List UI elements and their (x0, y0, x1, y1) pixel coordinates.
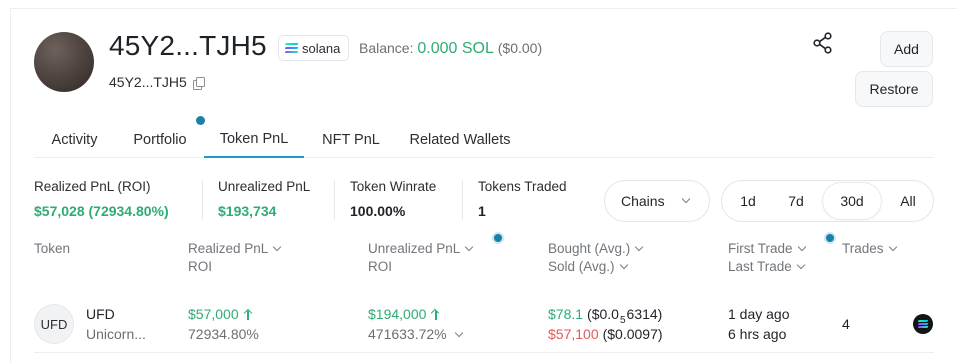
stat-traded-label: Tokens Traded (478, 179, 567, 194)
short-address-text: 45Y2...TJH5 (109, 74, 187, 90)
col-unrealized-roi: ROI (368, 259, 393, 274)
col-realized: Realized PnL (188, 241, 269, 256)
arrow-up-icon (431, 309, 440, 320)
col-bought: Bought (Avg.) (548, 241, 631, 256)
chevron-down-icon (619, 260, 628, 270)
indicator-dot (492, 232, 504, 244)
token-symbol[interactable]: UFD (86, 306, 115, 322)
unrealized-pnl-cell: $194,000 (368, 306, 440, 322)
chains-dropdown[interactable]: Chains (604, 180, 710, 222)
divider (462, 180, 463, 220)
chevron-down-icon (888, 242, 897, 252)
row-divider (34, 352, 934, 353)
stat-realized: Realized PnL (ROI) $57,028 (72934.80%) (34, 179, 169, 219)
chevron-down-icon (635, 242, 644, 252)
balance-value: 0.000 SOL (417, 40, 494, 57)
chevron-down-icon (273, 242, 282, 252)
stat-winrate-value: 100.00% (350, 203, 406, 219)
stat-unrealized-label: Unrealized PnL (218, 179, 311, 194)
realized-pnl: $57,000 (188, 306, 239, 322)
restore-button[interactable]: Restore (855, 71, 933, 107)
solana-icon (284, 42, 299, 54)
trades-count: 4 (842, 316, 850, 332)
tab-portfolio[interactable]: Portfolio (124, 121, 196, 158)
col-trades: Trades (842, 241, 884, 256)
chain-name: solana (302, 40, 341, 56)
chevron-down-icon (681, 194, 691, 204)
col-bought-sort[interactable]: Bought (Avg.) (548, 241, 644, 256)
period-1d[interactable]: 1d (728, 183, 768, 219)
unrealized-pnl: $194,000 (368, 306, 427, 322)
tab-related-wallets[interactable]: Related Wallets (400, 121, 520, 158)
realized-pnl-cell: $57,000 (188, 306, 253, 322)
col-token: Token (34, 241, 71, 256)
chain-badge: solana (278, 35, 350, 61)
wallet-avatar (34, 32, 94, 92)
first-trade: 1 day ago (728, 306, 790, 322)
tab-nft-pnl[interactable]: NFT PnL (312, 121, 390, 158)
stat-traded-value: 1 (478, 203, 486, 219)
arrow-up-icon (244, 309, 253, 320)
divider (202, 180, 203, 220)
period-30d[interactable]: 30d (823, 183, 881, 219)
solana-chain-icon (913, 314, 933, 334)
bought-avg: ($0.056314) (587, 306, 663, 326)
col-unrealized: Unrealized PnL (368, 241, 461, 256)
tab-activity[interactable]: Activity (34, 121, 115, 158)
chains-label: Chains (621, 193, 665, 209)
add-button[interactable]: Add (880, 31, 933, 67)
share-icon[interactable] (812, 32, 834, 54)
sold-avg: ($0.0097) (602, 326, 663, 342)
stat-winrate-label: Token Winrate (350, 179, 437, 194)
bought-cell: $78.1 ($0.056314) (548, 306, 663, 326)
solana-icon (917, 320, 929, 328)
stat-traded: Tokens Traded 1 (478, 179, 567, 219)
stat-unrealized: Unrealized PnL $193,734 (218, 179, 310, 219)
indicator-dot (824, 232, 836, 244)
short-address: 45Y2...TJH5 (109, 74, 205, 90)
col-trades-sort[interactable]: Trades (842, 241, 897, 256)
unrealized-roi-cell[interactable]: 471633.72% (368, 326, 463, 342)
col-last-trade: Last Trade (728, 259, 792, 274)
chevron-down-icon (796, 260, 806, 270)
stat-winrate: Token Winrate 100.00% (350, 179, 436, 219)
col-sold: Sold (Avg.) (548, 259, 615, 274)
stat-unrealized-value: $193,734 (218, 203, 277, 219)
wallet-title: 45Y2...TJH5 (109, 30, 267, 61)
period-all[interactable]: All (888, 183, 928, 219)
period-7d[interactable]: 7d (776, 183, 816, 219)
col-sold-sort[interactable]: Sold (Avg.) (548, 259, 628, 274)
col-last-trade-sort[interactable]: Last Trade (728, 259, 806, 274)
balance-label: Balance: (359, 40, 414, 56)
stat-realized-value: $57,028 (72934.80%) (34, 203, 169, 219)
col-first-trade-sort[interactable]: First Trade (728, 241, 806, 256)
tab-token-pnl[interactable]: Token PnL (204, 121, 304, 158)
stat-realized-label: Realized PnL (ROI) (34, 179, 151, 194)
balance-usd: ($0.00) (497, 40, 543, 56)
col-realized-sort[interactable]: Realized PnL (188, 241, 282, 256)
balance: Balance: 0.000 SOL ($0.00) (359, 40, 542, 58)
unrealized-roi: 471633.72% (368, 326, 447, 342)
chevron-down-icon (797, 242, 806, 252)
bought-amount: $78.1 (548, 306, 584, 322)
tab-bar: Activity Portfolio Token PnL NFT PnL Rel… (34, 121, 934, 158)
chevron-down-icon (465, 242, 474, 252)
sold-cell: $57,100 ($0.0097) (548, 326, 663, 342)
last-trade: 6 hrs ago (728, 326, 787, 342)
divider (334, 180, 335, 220)
sold-amount: $57,100 (548, 326, 599, 342)
col-first-trade: First Trade (728, 241, 793, 256)
period-selector: 1d 7d 30d All (721, 180, 934, 222)
realized-roi: 72934.80% (188, 326, 259, 342)
col-realized-roi: ROI (188, 259, 213, 274)
chevron-down-icon (454, 328, 463, 337)
token-name: Unicorn... (86, 326, 146, 342)
col-unrealized-sort[interactable]: Unrealized PnL (368, 241, 474, 256)
copy-icon[interactable] (192, 76, 205, 90)
token-logo: UFD (34, 304, 74, 344)
